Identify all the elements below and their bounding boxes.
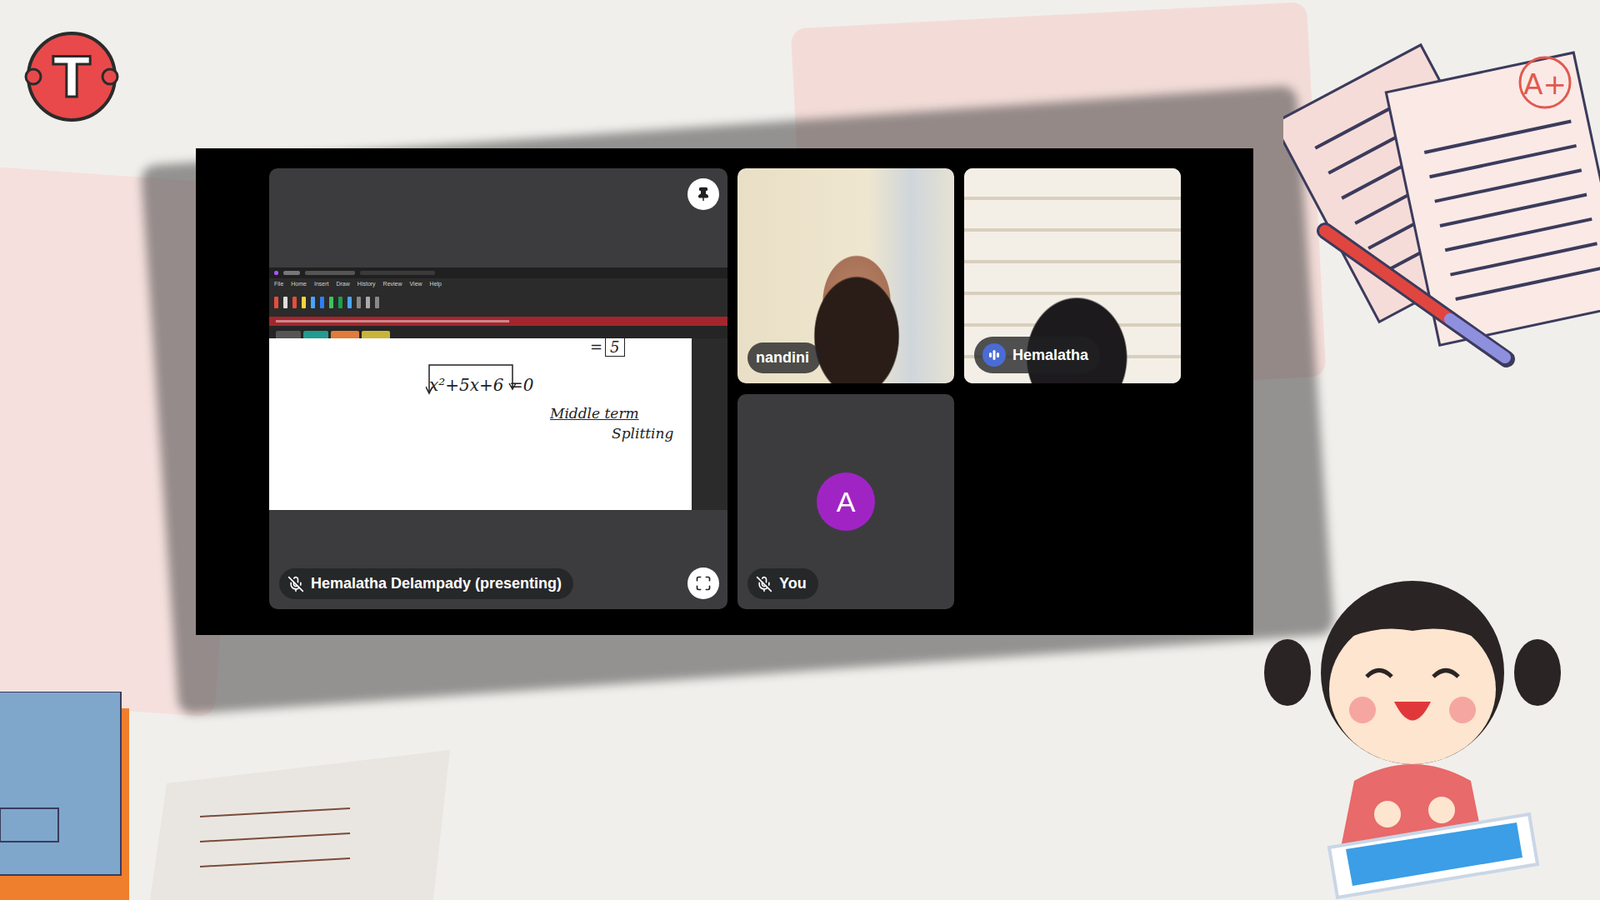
fullscreen-button[interactable] (687, 567, 720, 600)
fullscreen-icon (695, 575, 712, 592)
menu-item[interactable]: Review (383, 280, 403, 288)
participant-tile[interactable]: nandini (737, 168, 955, 384)
warning-banner (269, 316, 728, 326)
pen-tool[interactable] (365, 296, 370, 309)
pin-icon (695, 186, 711, 202)
meeting-frame: File Home Insert Draw History Review View Help x… (195, 148, 1254, 635)
pin-button[interactable] (687, 178, 720, 210)
pen-tool[interactable] (283, 296, 288, 309)
participant-label: nandini (747, 342, 821, 374)
menu-item[interactable]: View (410, 280, 423, 288)
answer-text: =5 (590, 338, 625, 356)
audio-level-icon (987, 348, 1001, 362)
speaking-indicator (982, 343, 1006, 367)
note-text: Splitting (611, 425, 674, 442)
pen-tool[interactable] (320, 296, 325, 309)
section-tabs (269, 325, 728, 339)
participant-tile[interactable]: Hemalatha (964, 168, 1181, 384)
pen-tool[interactable] (292, 296, 297, 309)
equation-text: x²+5x+6 =0 (429, 375, 534, 395)
menu-item[interactable]: Home (290, 280, 307, 288)
participant-label: You (747, 568, 819, 600)
presenter-label: Hemalatha Delampady (presenting) (279, 568, 574, 600)
pen-tool[interactable] (301, 296, 306, 309)
svg-text:T: T (52, 45, 90, 110)
side-panel (691, 338, 728, 510)
girl-illustration-icon (1262, 530, 1563, 900)
whiteboard[interactable]: x²+5x+6 =0 =5 Middle term Splitting (269, 338, 692, 510)
pen-tool[interactable] (310, 296, 315, 309)
svg-text:A+: A+ (1523, 67, 1567, 101)
participant-label: Hemalatha (974, 336, 1100, 374)
menu-item[interactable]: Draw (335, 280, 350, 288)
avatar: A (816, 472, 875, 531)
pen-tool[interactable] (274, 296, 279, 309)
menu-item[interactable]: Insert (314, 280, 330, 288)
presentation-tile[interactable]: File Home Insert Draw History Review View Help x… (269, 168, 728, 610)
participant-tile[interactable]: A You (737, 394, 955, 610)
pen-tool[interactable] (347, 296, 352, 309)
pen-tool[interactable] (375, 296, 380, 309)
shared-window: File Home Insert Draw History Review View Help x… (269, 267, 728, 510)
pen-tool[interactable] (329, 296, 334, 309)
menu-item[interactable]: File (274, 280, 284, 288)
pen-tool[interactable] (338, 296, 343, 309)
mic-off-icon (287, 575, 305, 593)
title-bar (269, 267, 728, 279)
pen-tool[interactable] (356, 296, 361, 309)
books-icon (0, 691, 467, 900)
page: T A+ File Home Insert Draw History Review View He… (0, 0, 1600, 900)
note-text: Middle term (550, 405, 640, 422)
logo-icon: T (23, 28, 120, 125)
mic-off-icon (755, 575, 773, 593)
menu-item[interactable]: Help (430, 280, 442, 288)
papers-icon: A+ (1283, 20, 1600, 380)
menu-item[interactable]: History (357, 280, 376, 288)
ribbon: File Home Insert Draw History Review View Help (269, 278, 728, 317)
